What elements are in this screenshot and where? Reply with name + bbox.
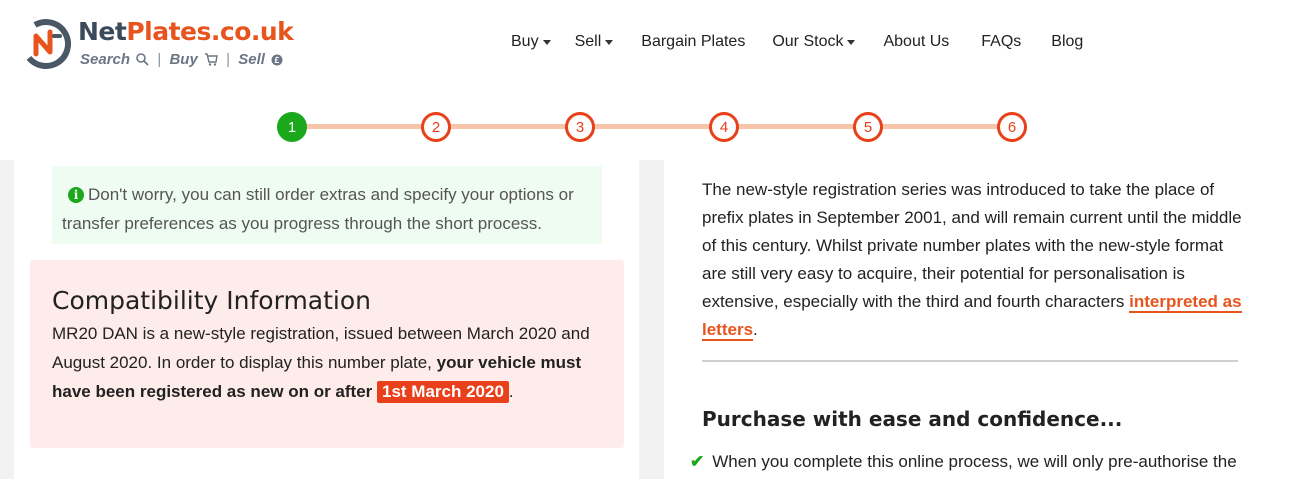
nav-buy-label: Buy: [511, 33, 539, 50]
site-logo[interactable]: NetPlates.co.uk Search | Buy | Sell: [20, 16, 294, 72]
step-5[interactable]: 5: [853, 112, 883, 142]
nav-faqs[interactable]: FAQs: [981, 33, 1021, 51]
cart-icon: [204, 53, 218, 66]
step-1[interactable]: 1: [277, 112, 307, 142]
chevron-down-icon: [542, 39, 551, 45]
chevron-down-icon: [847, 39, 856, 45]
checkmark-icon: ✔: [690, 452, 705, 471]
search-icon: [136, 53, 149, 66]
purchase-bullet: ✔ When you complete this online process, …: [690, 452, 1237, 471]
info-icon: i: [68, 187, 84, 203]
step-2[interactable]: 2: [421, 112, 451, 142]
main-nav: Buy Sell Bargain Plates Our Stock About …: [511, 33, 1113, 51]
step-3[interactable]: 3: [565, 112, 595, 142]
right-panel: The new-style registration series was in…: [664, 160, 1302, 479]
purchase-heading: Purchase with ease and confidence...: [702, 407, 1123, 431]
nav-our-stock[interactable]: Our Stock: [772, 33, 856, 51]
nav-bargain-plates[interactable]: Bargain Plates: [641, 33, 745, 51]
site-header: NetPlates.co.uk Search | Buy | Sell Buy …: [0, 0, 1302, 86]
section-divider: [702, 360, 1238, 362]
info-text: Don't worry, you can still order extras …: [62, 185, 574, 233]
info-notice: i Don't worry, you can still order extras…: [52, 166, 602, 244]
compatibility-title: Compatibility Information: [52, 286, 372, 315]
stepper-track: [292, 124, 1012, 129]
progress-stepper: 1 2 3 4 5 6: [0, 86, 1302, 160]
registration-description: The new-style registration series was in…: [702, 180, 1242, 341]
nav-sell[interactable]: Sell: [575, 33, 614, 51]
logo-tagline: Search | Buy | Sell: [80, 51, 283, 68]
logo-wordmark: NetPlates.co.uk: [78, 17, 294, 46]
compatibility-text: MR20 DAN is a new-style registration, is…: [52, 324, 590, 403]
nav-buy[interactable]: Buy: [511, 33, 551, 51]
step-6[interactable]: 6: [997, 112, 1027, 142]
nav-sell-label: Sell: [574, 33, 602, 50]
currency-icon: [271, 54, 283, 66]
date-badge: 1st March 2020: [377, 381, 509, 403]
left-panel: i Don't worry, you can still order extras…: [14, 160, 639, 479]
nav-our-stock-label: Our Stock: [772, 33, 844, 50]
step-4[interactable]: 4: [709, 112, 739, 142]
nav-blog[interactable]: Blog: [1051, 33, 1083, 51]
nav-about-us[interactable]: About Us: [883, 33, 949, 51]
chevron-down-icon: [605, 39, 614, 45]
compatibility-box: Compatibility Information MR20 DAN is a …: [30, 260, 624, 448]
netplates-logo-icon: [20, 18, 71, 69]
